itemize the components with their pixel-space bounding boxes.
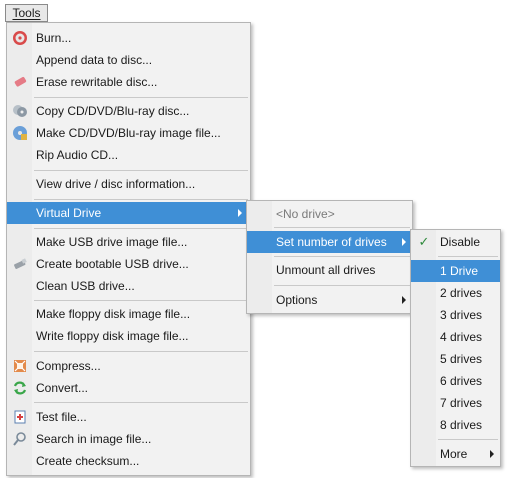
menu-item-copy-disc-label: Copy CD/DVD/Blu-ray disc...: [36, 104, 190, 118]
menu-item-7-drives[interactable]: 7 drives: [411, 392, 500, 414]
menu-item-make-floppy[interactable]: Make floppy disk image file...: [7, 303, 250, 325]
separator: [34, 228, 248, 229]
menu-item-make-floppy-label: Make floppy disk image file...: [36, 307, 191, 321]
menu-item-options[interactable]: Options: [247, 289, 412, 311]
menu-item-append-label: Append data to disc...: [36, 53, 153, 67]
separator: [274, 285, 410, 286]
menu-item-write-floppy[interactable]: Write floppy disk image file...: [7, 325, 250, 347]
menu-item-2-drives[interactable]: 2 drives: [411, 282, 500, 304]
menu-item-8-drives-label: 8 drives: [440, 418, 483, 432]
menu-item-burn[interactable]: Burn...: [7, 27, 250, 49]
menu-item-set-number-label: Set number of drives: [276, 235, 387, 249]
menu-item-view-info-label: View drive / disc information...: [36, 177, 196, 191]
copy-disc-icon: [12, 103, 28, 119]
search-icon: [12, 431, 28, 447]
separator: [438, 439, 498, 440]
menu-item-erase-label: Erase rewritable disc...: [36, 75, 158, 89]
menu-item-unmount-all-label: Unmount all drives: [276, 263, 376, 277]
menu-item-checksum[interactable]: Create checksum...: [7, 450, 250, 472]
menu-item-rip-audio-label: Rip Audio CD...: [36, 148, 119, 162]
menu-item-clean-usb[interactable]: Clean USB drive...: [7, 275, 250, 297]
menu-item-test-file-label: Test file...: [36, 410, 87, 424]
menu-item-search[interactable]: Search in image file...: [7, 428, 250, 450]
separator: [274, 256, 410, 257]
menu-item-2-drives-label: 2 drives: [440, 286, 483, 300]
menu-item-erase[interactable]: Erase rewritable disc...: [7, 71, 250, 93]
menu-item-make-image[interactable]: Make CD/DVD/Blu-ray image file...: [7, 122, 250, 144]
menu-item-unmount-all[interactable]: Unmount all drives: [247, 259, 412, 281]
menu-item-6-drives[interactable]: 6 drives: [411, 370, 500, 392]
convert-icon: [12, 380, 28, 396]
menu-item-disable[interactable]: ✓ Disable: [411, 231, 500, 253]
submenu-arrow-icon: [238, 209, 242, 217]
submenu-arrow-icon: [402, 238, 406, 246]
submenu-arrow-icon: [402, 296, 406, 304]
menu-item-5-drives-label: 5 drives: [440, 352, 483, 366]
menu-item-make-usb-image[interactable]: Make USB drive image file...: [7, 231, 250, 253]
menu-item-1-drive-label: 1 Drive: [440, 264, 479, 278]
menu-item-4-drives[interactable]: 4 drives: [411, 326, 500, 348]
menu-item-view-info[interactable]: View drive / disc information...: [7, 173, 250, 195]
submenu-arrow-icon: [490, 450, 494, 458]
separator: [34, 199, 248, 200]
separator: [34, 351, 248, 352]
usb-drive-icon: [12, 256, 28, 272]
menu-item-virtual-drive[interactable]: Virtual Drive: [7, 202, 250, 224]
make-image-icon: [12, 125, 28, 141]
menu-item-4-drives-label: 4 drives: [440, 330, 483, 344]
menu-item-set-number[interactable]: Set number of drives: [247, 231, 412, 253]
menu-item-write-floppy-label: Write floppy disk image file...: [36, 329, 189, 343]
tools-menu-label: Tools: [12, 6, 41, 20]
test-file-icon: [12, 409, 28, 425]
menu-item-clean-usb-label: Clean USB drive...: [36, 279, 135, 293]
menu-item-more-label: More: [440, 447, 468, 461]
checkmark-icon: ✓: [418, 234, 430, 249]
eraser-icon: [12, 74, 28, 90]
menu-item-3-drives-label: 3 drives: [440, 308, 483, 322]
menu-item-no-drive: <No drive>: [247, 203, 412, 225]
menu-item-append[interactable]: Append data to disc...: [7, 49, 250, 71]
separator: [34, 97, 248, 98]
menu-item-make-image-label: Make CD/DVD/Blu-ray image file...: [36, 126, 221, 140]
burn-disc-icon: [12, 30, 28, 46]
menu-item-8-drives[interactable]: 8 drives: [411, 414, 500, 436]
menu-item-bootable-usb[interactable]: Create bootable USB drive...: [7, 253, 250, 275]
separator: [34, 170, 248, 171]
menu-item-3-drives[interactable]: 3 drives: [411, 304, 500, 326]
separator: [34, 402, 248, 403]
menu-item-compress[interactable]: Compress...: [7, 355, 250, 377]
menu-item-search-label: Search in image file...: [36, 432, 152, 446]
menu-item-convert[interactable]: Convert...: [7, 377, 250, 399]
menu-item-disable-label: Disable: [440, 235, 481, 249]
menu-item-compress-label: Compress...: [36, 359, 101, 373]
menu-item-make-usb-image-label: Make USB drive image file...: [36, 235, 188, 249]
drive-count-submenu: ✓ Disable 1 Drive 2 drives 3 drives 4 dr…: [410, 229, 501, 467]
menu-item-rip-audio[interactable]: Rip Audio CD...: [7, 144, 250, 166]
menu-item-5-drives[interactable]: 5 drives: [411, 348, 500, 370]
menu-item-7-drives-label: 7 drives: [440, 396, 483, 410]
virtual-drive-submenu: <No drive> Set number of drives Unmount …: [246, 200, 413, 314]
tools-menu-button[interactable]: Tools: [5, 4, 48, 22]
separator: [274, 227, 410, 228]
tools-menu: Burn... Append data to disc... Erase rew…: [6, 22, 251, 476]
menu-item-no-drive-label: <No drive>: [276, 207, 335, 221]
menu-item-more[interactable]: More: [411, 443, 500, 465]
separator: [34, 300, 248, 301]
menu-item-virtual-drive-label: Virtual Drive: [36, 206, 102, 220]
menu-item-options-label: Options: [276, 293, 318, 307]
menu-item-1-drive[interactable]: 1 Drive: [411, 260, 500, 282]
menu-item-burn-label: Burn...: [36, 31, 72, 45]
compress-icon: [12, 358, 28, 374]
menu-item-6-drives-label: 6 drives: [440, 374, 483, 388]
menu-item-checksum-label: Create checksum...: [36, 454, 140, 468]
separator: [438, 256, 498, 257]
menu-item-copy-disc[interactable]: Copy CD/DVD/Blu-ray disc...: [7, 100, 250, 122]
menu-item-convert-label: Convert...: [36, 381, 89, 395]
menu-item-test-file[interactable]: Test file...: [7, 406, 250, 428]
menu-item-bootable-usb-label: Create bootable USB drive...: [36, 257, 189, 271]
